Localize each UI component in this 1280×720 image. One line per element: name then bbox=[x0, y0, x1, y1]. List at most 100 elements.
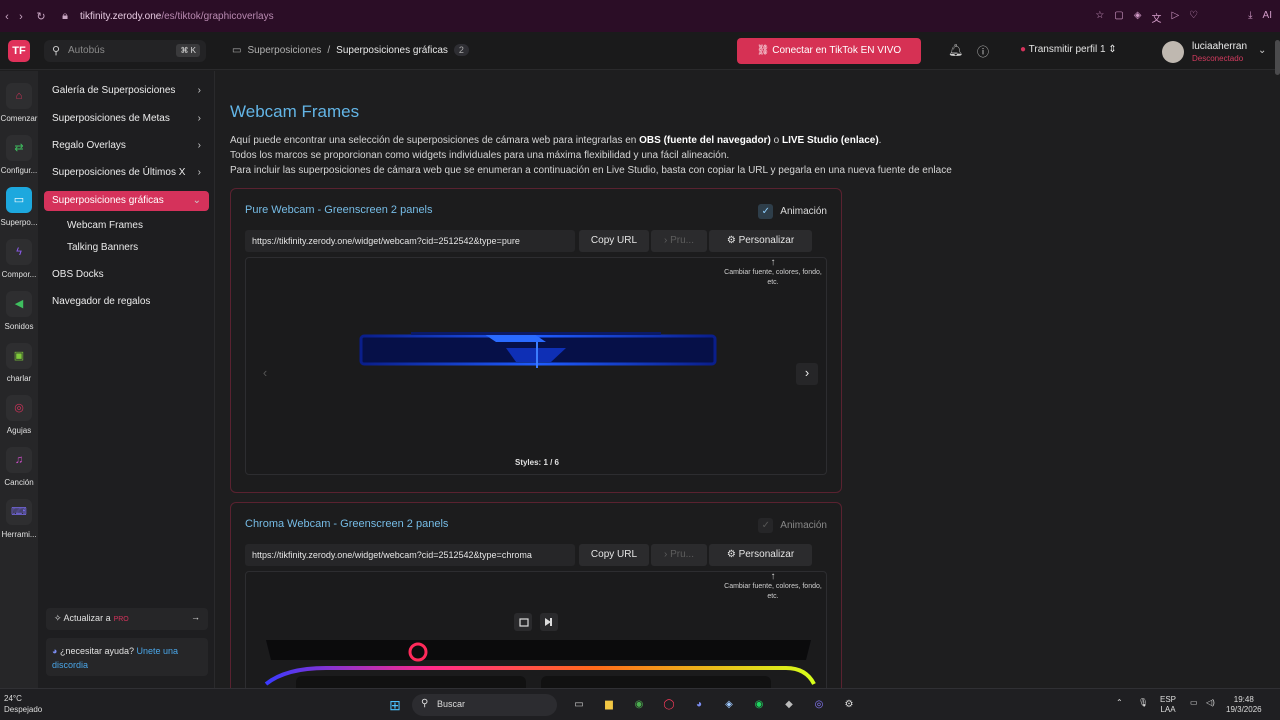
bell-icon[interactable]: 🔔︎ bbox=[948, 43, 963, 57]
obs-icon[interactable]: ◎ bbox=[810, 696, 828, 714]
search-icon: ⚲ bbox=[421, 698, 429, 709]
app-logo[interactable]: TF bbox=[8, 40, 30, 62]
customize-tooltip: ↑ Cambiar fuente, colores, fondo, etc. bbox=[723, 572, 823, 602]
rail-item-charlar[interactable]: ▣ charlar bbox=[0, 343, 38, 383]
checkbox-icon[interactable]: ✓ bbox=[758, 518, 774, 533]
sidebar-subitem-banners[interactable]: Talking Banners bbox=[67, 242, 138, 253]
animation-toggle[interactable]: ✓ Animación bbox=[758, 518, 827, 533]
heart-icon[interactable]: ♡ bbox=[1189, 10, 1198, 25]
chrome-icon[interactable]: ◉ bbox=[630, 696, 648, 714]
app-icon[interactable]: ◆ bbox=[780, 696, 798, 714]
connect-tiktok-button[interactable]: ⛓ Conectar en TikTok EN VIVO bbox=[737, 38, 921, 64]
chevron-up-icon[interactable]: ⌃ bbox=[1116, 698, 1123, 708]
weather-widget[interactable]: 24°C Despejado bbox=[4, 693, 42, 715]
opera-icon[interactable]: ◯ bbox=[660, 696, 678, 714]
sidebar-item-obs-docks[interactable]: OBS Docks bbox=[44, 265, 209, 285]
sidebar-item-regalo[interactable]: Regalo Overlays › bbox=[44, 136, 209, 156]
sidebar-menu: Galería de Superposiciones › Superposici… bbox=[38, 71, 215, 688]
actions-icon: ϟ bbox=[6, 239, 32, 265]
help-text: ¿necesitar ayuda? bbox=[59, 646, 134, 656]
translate-icon[interactable]: 文 bbox=[1151, 10, 1161, 25]
sidebar-item-galeria[interactable]: Galería de Superposiciones › bbox=[44, 81, 209, 101]
sidebar-item-label: Superposiciones de Metas bbox=[52, 113, 170, 124]
forward-icon[interactable]: › bbox=[14, 11, 28, 23]
rail-item-comenzar[interactable]: ⌂ Comenzar bbox=[0, 83, 38, 123]
widget-url-field[interactable]: https://tikfinity.zerody.one/widget/webc… bbox=[245, 230, 575, 252]
customize-label: Personalizar bbox=[738, 235, 795, 246]
discord-icon[interactable]: ◕ bbox=[690, 696, 708, 714]
avatar bbox=[1162, 41, 1184, 63]
ai-button[interactable]: AI bbox=[1263, 10, 1272, 25]
sidebar-item-label: Galería de Superposiciones bbox=[52, 85, 176, 96]
os-taskbar: 24°C Despejado ⊞ ⚲ Buscar ▭ ▆ ◉ ◯ ◕ ◈ ◉ … bbox=[0, 688, 1280, 720]
steam-icon[interactable]: ◈ bbox=[720, 696, 738, 714]
rail-item-sonidos[interactable]: ◀ Sonidos bbox=[0, 291, 38, 331]
chevron-right-icon: › bbox=[197, 167, 201, 178]
rail-item-superposiciones[interactable]: ▭ Superpo... bbox=[0, 187, 38, 227]
widget-url-field[interactable]: https://tikfinity.zerody.one/widget/webc… bbox=[245, 544, 575, 566]
search-input[interactable]: ⚲ Autobús ⌘ K bbox=[44, 40, 206, 62]
network-icon[interactable]: ▭ bbox=[1190, 698, 1198, 708]
spotify-icon[interactable]: ◉ bbox=[750, 696, 768, 714]
chevron-down-icon: ⌄ bbox=[192, 195, 201, 206]
address-bar[interactable]: tikfinity.zerody.one/es/tiktok/graphicov… bbox=[80, 11, 274, 22]
download-icon[interactable]: ⤓ bbox=[1248, 10, 1252, 25]
upgrade-button[interactable]: ✧ Actualizar a PRO → bbox=[46, 608, 208, 630]
discord-icon: ◕ bbox=[52, 646, 60, 656]
checkbox-icon[interactable]: ✓ bbox=[758, 204, 774, 219]
app-header: TF ⚲ Autobús ⌘ K ▭ Superposiciones / Sup… bbox=[0, 32, 1280, 70]
prev-style-button[interactable]: ‹ bbox=[254, 363, 276, 385]
customize-button[interactable]: ⚙ Personalizar bbox=[709, 544, 812, 566]
shield-icon[interactable]: ◈ bbox=[1134, 10, 1142, 25]
rail-label: Herrami... bbox=[1, 530, 37, 539]
taskbar-search[interactable]: ⚲ Buscar bbox=[412, 694, 557, 716]
back-icon[interactable]: ‹ bbox=[0, 11, 14, 23]
mic-icon[interactable]: 🎙︎ bbox=[1138, 698, 1148, 708]
sidebar-item-label: Navegador de regalos bbox=[52, 296, 151, 307]
language-indicator[interactable]: ESP LAA bbox=[1160, 695, 1176, 715]
rail-item-herramientas[interactable]: ⌨ Herrami... bbox=[0, 499, 38, 539]
copy-url-button[interactable]: Copy URL bbox=[579, 230, 649, 252]
preview-button[interactable]: › Pru... bbox=[651, 230, 707, 252]
date-text: 19/3/2026 bbox=[1226, 705, 1262, 714]
styles-counter: Styles: 1 / 6 bbox=[514, 458, 560, 467]
copy-url-button[interactable]: Copy URL bbox=[579, 544, 649, 566]
sidebar-item-ultimos[interactable]: Superposiciones de Últimos X › bbox=[44, 163, 209, 183]
volume-icon[interactable]: ◁) bbox=[1206, 698, 1215, 708]
play-icon[interactable]: ▷ bbox=[1171, 10, 1179, 25]
next-style-button[interactable]: › bbox=[796, 363, 818, 385]
rail-item-config[interactable]: ⇄ Configur... bbox=[0, 135, 38, 175]
file-explorer-icon[interactable]: ▆ bbox=[600, 696, 618, 714]
profile-selector[interactable]: ● Transmitir perfil 1 ⇕ bbox=[1020, 44, 1117, 55]
customize-button[interactable]: ⚙ Personalizar bbox=[709, 230, 812, 252]
browser-toolbar: ‹ › ↻ 🔒︎ tikfinity.zerody.one/es/tiktok/… bbox=[0, 0, 1280, 32]
animation-toggle[interactable]: ✓ Animación bbox=[758, 204, 827, 219]
desc-text: Aquí puede encontrar una selección de su… bbox=[230, 135, 640, 146]
rail-item-comportamiento[interactable]: ϟ Compor... bbox=[0, 239, 38, 279]
extension-icon[interactable]: ▢ bbox=[1114, 10, 1123, 25]
breadcrumb-item[interactable]: Superposiciones bbox=[247, 45, 321, 56]
settings-icon[interactable]: ⚙ bbox=[840, 696, 858, 714]
help-icon[interactable]: ⓘ bbox=[977, 43, 989, 60]
preview-label: Pru... bbox=[670, 235, 694, 246]
profile-label: Transmitir perfil 1 bbox=[1028, 44, 1106, 55]
sidebar-item-label: Regalo Overlays bbox=[52, 140, 126, 151]
windows-start-icon[interactable]: ⊞ bbox=[386, 696, 404, 714]
breadcrumb-current: Superposiciones gráficas bbox=[336, 44, 448, 56]
bookmark-icon[interactable]: ☆ bbox=[1095, 10, 1104, 25]
tooltip-text: Cambiar fuente, colores, fondo, etc. bbox=[724, 583, 822, 600]
breadcrumb: ▭ Superposiciones / Superposiciones gráf… bbox=[232, 44, 469, 56]
arrow-right-icon: → bbox=[191, 612, 200, 622]
rail-item-agujas[interactable]: ◎ Agujas bbox=[0, 395, 38, 435]
sidebar-subitem-webcam[interactable]: Webcam Frames bbox=[67, 220, 143, 231]
sidebar-item-metas[interactable]: Superposiciones de Metas › bbox=[44, 109, 209, 129]
clock[interactable]: 19:48 19/3/2026 bbox=[1226, 695, 1262, 715]
scrollbar[interactable] bbox=[1275, 40, 1280, 75]
rail-item-cancion[interactable]: ♫ Canción bbox=[0, 447, 38, 487]
task-view-icon[interactable]: ▭ bbox=[570, 696, 588, 714]
sidebar-item-navegador[interactable]: Navegador de regalos bbox=[44, 292, 209, 312]
reload-icon[interactable]: ↻ bbox=[34, 10, 48, 23]
preview-button[interactable]: › Pru... bbox=[651, 544, 707, 566]
taskbar-search-label: Buscar bbox=[437, 699, 466, 709]
sidebar-item-graficas[interactable]: Superposiciones gráficas ⌄ bbox=[44, 191, 209, 211]
